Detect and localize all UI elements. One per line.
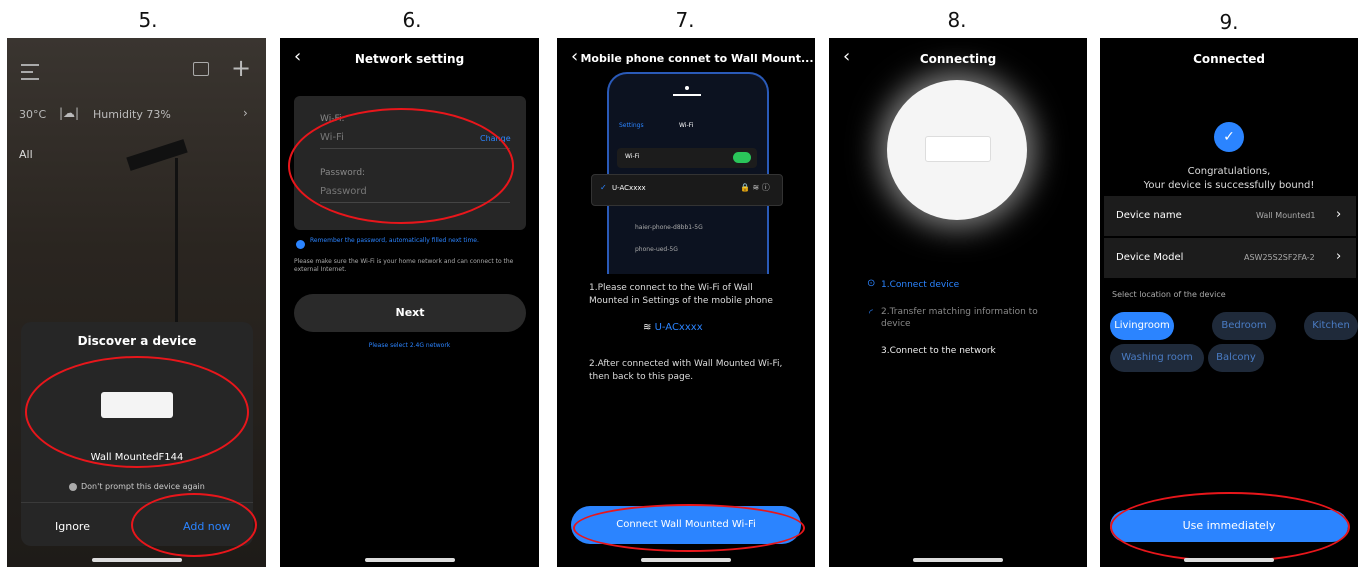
step-number-7: 7.	[675, 8, 695, 32]
chevron-right-icon: ›	[1336, 207, 1342, 222]
modal-divider	[21, 502, 253, 503]
next-button[interactable]: Next	[294, 294, 526, 332]
step-number-9: 9.	[1219, 10, 1239, 34]
screen-connecting: ‹ Connecting ⊙ 1.Connect device ◜ 2.Tran…	[829, 38, 1087, 567]
use-immediately-button[interactable]: Use immediately	[1110, 510, 1348, 542]
weather-temp: 30°C	[19, 108, 47, 121]
selected-network-row: ✓ U-ACxxxx 🔒 ≋ ⓘ	[591, 174, 783, 206]
home-indicator	[1184, 558, 1274, 562]
humidity-text: Humidity 73%	[93, 108, 171, 121]
step1-text: 1.Connect device	[881, 280, 960, 290]
phone-illustration: Settings Wi-Fi Wi-Fi haier-phone-d8bb1-5…	[607, 72, 769, 274]
wifi-label: Wi-Fi:	[320, 114, 345, 124]
device-name: Wall MountedF144	[90, 452, 184, 463]
remember-checkbox-icon[interactable]	[296, 240, 305, 249]
congrats-line2: Your device is successfully bound!	[1143, 180, 1315, 191]
cloud-icon: |☁|	[59, 106, 80, 120]
wifi-input[interactable]: Wi-Fi	[320, 132, 344, 143]
modal-title: Discover a device	[77, 334, 197, 348]
add-now-button[interactable]: Add now	[183, 520, 231, 533]
remember-password-text: Remember the password, automatically fil…	[310, 237, 479, 244]
home-indicator	[641, 558, 731, 562]
password-label: Password:	[320, 168, 366, 178]
ignore-button[interactable]: Ignore	[55, 520, 90, 533]
home-indicator	[91, 558, 182, 562]
check-icon: ✓	[600, 183, 607, 192]
air-conditioner-icon	[101, 392, 173, 418]
location-label: Select location of the device	[1112, 290, 1226, 299]
wifi-form-card: Wi-Fi: Wi-Fi Change Password: Password	[294, 96, 526, 230]
device-name-label: Device name	[1116, 210, 1182, 221]
chevron-right-icon[interactable]: ›	[243, 106, 248, 120]
screen-network-setting: ‹ Network setting Wi-Fi: Wi-Fi Change Pa…	[280, 38, 539, 567]
screen-connect-wifi: ‹ Mobile phone connet to Wall Mount... S…	[557, 38, 815, 567]
change-wifi-link[interactable]: Change	[480, 134, 511, 143]
screen-connected: Connected ✓ Congratulations, Your device…	[1100, 38, 1358, 567]
phone-camera	[685, 86, 689, 90]
wifi-ssid: ≋ U-ACxxxx	[643, 322, 703, 333]
device-model-value: ASW25S2SF2FA-2	[1244, 253, 1315, 262]
connect-wifi-button[interactable]: Connect Wall Mounted Wi-Fi	[571, 506, 801, 544]
password-underline	[320, 202, 510, 203]
success-check-icon: ✓	[1214, 122, 1244, 152]
device-name-row[interactable]: Device name Wall Mounted1 ›	[1104, 196, 1356, 236]
checkbox-label: Don't prompt this device again	[81, 482, 205, 491]
mock-wifi-row: Wi-Fi	[617, 148, 757, 168]
device-name-value: Wall Mounted1	[1256, 211, 1316, 220]
network-hint: Please select 2.4G network	[368, 342, 451, 349]
page-title: Connecting	[919, 52, 997, 66]
step1-icon: ⊙	[867, 278, 876, 289]
instruction-2: 2.After connected with Wall Mounted Wi-F…	[589, 359, 783, 382]
device-model-row[interactable]: Device Model ASW25S2SF2FA-2 ›	[1104, 238, 1356, 278]
instruction-1: 1.Please connect to the Wi-Fi of Wall Mo…	[589, 283, 773, 306]
lamp-image	[126, 139, 188, 171]
mock-wifi-title: Wi-Fi	[679, 122, 694, 129]
message-icon[interactable]	[193, 62, 209, 76]
screen-discover-device: + 30°C |☁| Humidity 73% › All Discover a…	[7, 38, 266, 567]
congrats-line1: Congratulations,	[1187, 166, 1271, 177]
page-title: Connected	[1193, 52, 1265, 66]
home-indicator	[913, 558, 1003, 562]
page-title: Network setting	[354, 52, 465, 66]
mock-network-2: phone-ued-5G	[635, 246, 678, 253]
chevron-right-icon: ›	[1336, 249, 1342, 264]
tab-all[interactable]: All	[19, 148, 33, 161]
dont-prompt-checkbox[interactable]: Don't prompt this device again	[69, 482, 205, 491]
mock-wifi-row-label: Wi-Fi	[625, 153, 640, 160]
room-washing-room[interactable]: Washing room	[1110, 344, 1204, 372]
wifi-icon: ≋	[643, 322, 652, 333]
room-bedroom[interactable]: Bedroom	[1212, 312, 1276, 340]
air-conditioner-icon	[925, 136, 991, 162]
page-title: Mobile phone connet to Wall Mount...	[580, 52, 814, 65]
step3-text: 3.Connect to the network	[881, 346, 996, 356]
toggle-icon	[733, 152, 751, 163]
device-model-label: Device Model	[1116, 252, 1184, 263]
home-indicator	[364, 558, 455, 562]
discover-device-modal: Discover a device Wall MountedF144 Don't…	[21, 322, 253, 546]
step-number-5: 5.	[138, 8, 158, 32]
menu-icon[interactable]	[21, 64, 39, 80]
phone-speaker	[673, 94, 701, 96]
checkbox-icon[interactable]	[69, 482, 77, 491]
network-note: Please make sure the Wi-Fi is your home …	[294, 258, 514, 273]
step2-spinner-icon: ◜	[869, 308, 873, 319]
wifi-lock-icons: 🔒 ≋ ⓘ	[740, 183, 770, 192]
room-balcony[interactable]: Balcony	[1208, 344, 1264, 372]
step2-text: 2.Transfer matching information to devic…	[881, 307, 1038, 329]
mock-settings-back: Settings	[619, 122, 644, 129]
ssid-text: U-ACxxxx	[654, 322, 703, 333]
step-number-6: 6.	[402, 8, 422, 32]
add-icon[interactable]: +	[231, 54, 251, 82]
room-kitchen[interactable]: Kitchen	[1304, 312, 1358, 340]
lamp-pole	[175, 158, 178, 328]
wifi-underline	[320, 148, 510, 149]
room-livingroom[interactable]: Livingroom	[1110, 312, 1174, 340]
password-input[interactable]: Password	[320, 186, 367, 197]
selected-network-name: U-ACxxxx	[612, 184, 646, 192]
device-glow-circle	[887, 80, 1027, 220]
step-number-8: 8.	[947, 8, 967, 32]
mock-network-1: haier-phone-d8bb1-5G	[635, 224, 703, 231]
back-arrow-icon[interactable]: ‹	[571, 46, 578, 67]
